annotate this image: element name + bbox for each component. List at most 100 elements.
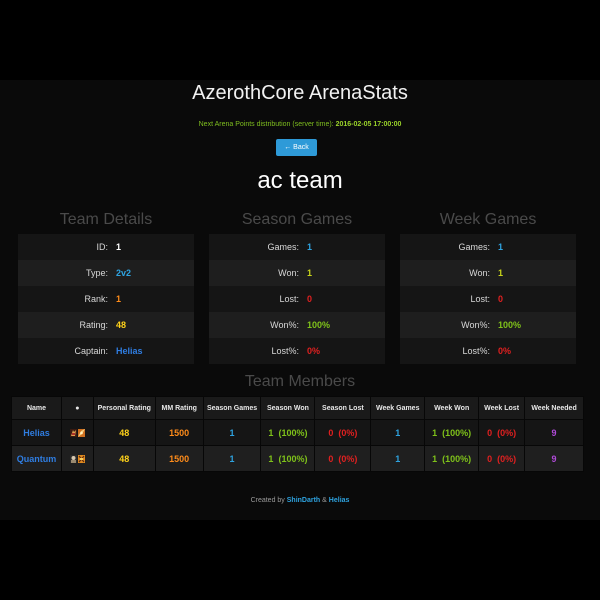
stat-label: Games:	[267, 242, 299, 252]
back-button[interactable]: ← Back	[276, 139, 317, 156]
week-lost-percent: (0%)	[497, 427, 517, 438]
stat-label: Won:	[469, 268, 490, 278]
season-won-count: 1	[268, 453, 274, 464]
stat-value: 0	[498, 294, 504, 304]
stat-value: 1	[498, 268, 504, 278]
week-lost-percent: (0%)	[497, 453, 517, 464]
column-header: ●	[60, 396, 94, 420]
human-icon	[69, 455, 77, 464]
week-lost-count: 0	[487, 427, 493, 438]
stat-row: Rank: 1	[18, 286, 194, 312]
season-lost-percent: (0%)	[338, 453, 358, 464]
stat-row: Won%: 100%	[209, 312, 385, 338]
stat-label: Lost%:	[271, 346, 299, 356]
season-won: 1 (100%)	[260, 445, 316, 472]
week-lost-count: 0	[487, 453, 493, 464]
personal-rating: 48	[92, 445, 156, 472]
stat-row: Games: 1	[209, 234, 385, 260]
stat-label: Won%:	[461, 320, 490, 330]
season-games-title: Season Games	[241, 211, 353, 228]
top-bar	[0, 0, 600, 80]
column-header: MM Rating	[154, 396, 204, 420]
stat-label: Lost:	[470, 294, 490, 304]
week-games-title: Week Games	[439, 211, 537, 228]
member-name-link[interactable]: Helias	[11, 419, 62, 446]
week-lost: 0 (0%)	[478, 419, 526, 446]
table-row: Quantum 48 1500 1 1 (100%) 0 (0%) 1 1 (100%) 0 (…	[11, 445, 584, 472]
stat-row: Lost: 0	[400, 286, 576, 312]
table-row: Helias 48 1500 1 1 (100%) 0 (0%) 1 1 (100%) 0 (0…	[11, 419, 584, 446]
stat-label: Lost:	[279, 294, 299, 304]
bottom-bar	[0, 520, 600, 600]
stat-row: Games: 1	[400, 234, 576, 260]
stat-row: Lost%: 0%	[400, 338, 576, 364]
stat-value: 100%	[307, 320, 331, 330]
column-header: Week Won	[424, 396, 480, 420]
stat-value: Helias	[116, 346, 143, 356]
stat-value: 48	[116, 320, 127, 330]
week-needed: 9	[524, 445, 584, 472]
season-games: 1	[202, 445, 262, 472]
mm-rating: 1500	[154, 419, 204, 446]
stat-row: Captain: Helias	[18, 338, 194, 364]
week-won: 1 (100%)	[424, 419, 480, 446]
week-won-percent: (100%)	[442, 427, 472, 438]
stat-row: Won: 1	[209, 260, 385, 286]
column-header: Season Games	[202, 396, 262, 420]
week-won-count: 1	[432, 427, 438, 438]
week-games: 1	[370, 445, 426, 472]
stat-value: 0%	[498, 346, 512, 356]
stat-label: Rating:	[79, 320, 108, 330]
season-lost: 0 (0%)	[314, 419, 372, 446]
stat-label: Type:	[85, 268, 108, 278]
team-members-table: Name ● Personal Rating MM Rating Season Game…	[11, 396, 584, 472]
team-name: ac team	[257, 167, 343, 194]
season-won-count: 1	[268, 427, 274, 438]
season-won: 1 (100%)	[260, 419, 316, 446]
stat-row: Lost%: 0%	[209, 338, 385, 364]
stat-row: Lost: 0	[209, 286, 385, 312]
season-won-percent: (100%)	[278, 453, 308, 464]
stat-label: Games:	[458, 242, 490, 252]
team-details-box: ID: 1 Type: 2v2 Rank: 1 Rating: 48 Captain: Helia…	[18, 234, 194, 364]
next-distribution: Next Arena Points distribution (server t…	[0, 121, 600, 128]
column-header: Name	[11, 396, 62, 420]
table-header-row: Name ● Personal Rating MM Rating Season Game…	[11, 396, 584, 420]
footer-amp: &	[322, 497, 327, 504]
team-members-title: Team Members	[244, 373, 356, 390]
stat-label: ID:	[96, 242, 108, 252]
footer: Created by ShinDarth & Helias	[0, 497, 600, 504]
stat-value: 0%	[307, 346, 321, 356]
app-title: AzerothCore ArenaStats	[192, 82, 408, 104]
column-header: Week Games	[370, 396, 426, 420]
race-class-cell	[60, 419, 94, 446]
week-won: 1 (100%)	[424, 445, 480, 472]
column-header: Week Needed	[524, 396, 584, 420]
column-header: Week Lost	[478, 396, 526, 420]
mm-rating: 1500	[154, 445, 204, 472]
footer-author-helias[interactable]: Helias	[329, 497, 350, 504]
week-lost: 0 (0%)	[478, 445, 526, 472]
stat-value: 1	[498, 242, 504, 252]
stat-label: Lost%:	[462, 346, 490, 356]
week-needed: 9	[524, 419, 584, 446]
week-games-box: Games: 1 Won: 1 Lost: 0 Won%: 100% Lost%: 0%	[400, 234, 576, 364]
season-lost-count: 0	[328, 453, 334, 464]
stat-value: 1	[116, 294, 122, 304]
stat-value: 100%	[498, 320, 522, 330]
member-name-link[interactable]: Quantum	[11, 445, 62, 472]
column-header: Season Lost	[314, 396, 372, 420]
stat-row: Type: 2v2	[18, 260, 194, 286]
stat-value: 1	[307, 242, 313, 252]
stat-value: 1	[307, 268, 313, 278]
footer-prefix: Created by	[250, 497, 285, 504]
mage-icon	[77, 429, 85, 438]
stat-row: Rating: 48	[18, 312, 194, 338]
footer-author-shindarth[interactable]: ShinDarth	[287, 497, 320, 504]
next-distribution-label: Next Arena Points distribution (server t…	[198, 121, 334, 128]
column-header: Season Won	[260, 396, 316, 420]
stat-value: 2v2	[116, 268, 132, 278]
stat-value: 0	[307, 294, 313, 304]
season-lost-percent: (0%)	[338, 427, 358, 438]
blood-elf-icon	[69, 429, 77, 438]
